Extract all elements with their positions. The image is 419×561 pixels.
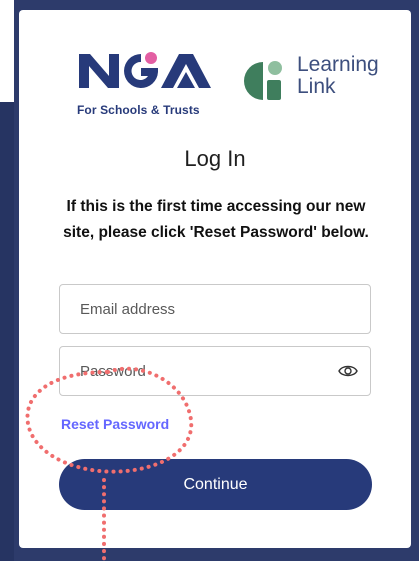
nga-logo: For Schools & Trusts: [77, 50, 217, 120]
nga-logo-mark: [79, 52, 211, 88]
password-field[interactable]: [60, 347, 370, 395]
password-field-wrapper: [59, 346, 371, 396]
eye-icon[interactable]: [338, 363, 358, 379]
learning-link-line2: Link: [297, 75, 336, 98]
login-card: For Schools & Trusts Learning Link Log I…: [19, 10, 411, 548]
learning-link-logo: Learning Link: [241, 54, 401, 106]
first-time-notice: If this is the first time accessing our …: [63, 198, 369, 241]
nga-tagline: For Schools & Trusts: [77, 103, 200, 117]
learning-link-wordmark: Learning Link: [297, 54, 379, 98]
learning-link-line1: Learning: [297, 53, 379, 76]
reset-password-link[interactable]: Reset Password: [61, 416, 169, 432]
logo-bar: For Schools & Trusts Learning Link: [19, 10, 411, 120]
page-title: Log In: [184, 146, 246, 171]
page-background-left-light: [0, 0, 14, 102]
email-field[interactable]: [60, 285, 370, 333]
learning-link-mark: [244, 61, 282, 100]
continue-button[interactable]: Continue: [59, 459, 372, 510]
email-field-wrapper: [59, 284, 371, 334]
